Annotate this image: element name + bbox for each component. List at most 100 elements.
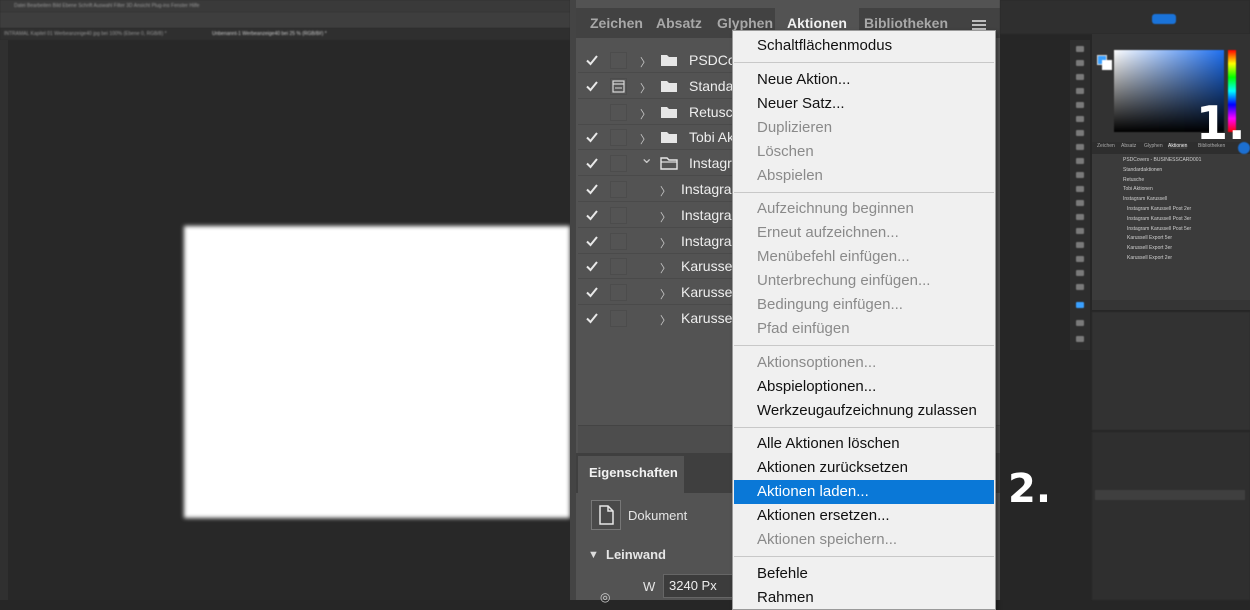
layers-panel-mini — [1092, 432, 1250, 600]
chevron-right-icon[interactable]: 〉 — [660, 312, 671, 328]
dialog-toggle-box[interactable] — [610, 310, 627, 327]
checkmark-icon[interactable] — [585, 130, 599, 144]
share-button[interactable] — [1152, 14, 1176, 24]
chevron-right-icon[interactable]: 〉 — [660, 235, 671, 251]
menu-item-rahmen[interactable]: Rahmen — [734, 586, 994, 610]
action-row[interactable]: 〉 Karussell — [578, 305, 739, 331]
checkmark-icon[interactable] — [585, 79, 599, 93]
panel-icon-column — [1070, 40, 1090, 350]
menu-item-aktionen-ersetzen[interactable]: Aktionen ersetzen... — [734, 504, 994, 528]
annotation-step-1: 1. — [1196, 96, 1246, 150]
action-row[interactable]: 〉 Instagram — [578, 176, 743, 202]
chevron-right-icon[interactable]: 〉 — [640, 106, 651, 122]
action-row[interactable]: ⌄ Instagra — [578, 148, 740, 177]
chevron-right-icon[interactable]: 〉 — [660, 183, 671, 199]
chevron-down-icon[interactable]: ⌄ — [640, 148, 653, 168]
checkmark-icon[interactable] — [585, 182, 599, 196]
action-row[interactable]: 〉 Standar — [578, 73, 738, 99]
dialog-toggle-box[interactable] — [610, 155, 627, 173]
background-swatch[interactable] — [1102, 60, 1112, 70]
menu-separator — [734, 62, 994, 63]
checkmark-icon[interactable] — [585, 259, 599, 273]
chevron-right-icon[interactable]: 〉 — [660, 209, 671, 225]
menu-item-werkzeugaufzeichnung-zulassen[interactable]: Werkzeugaufzeichnung zulassen — [734, 399, 994, 423]
action-row[interactable]: 〉 Instagram — [578, 202, 743, 228]
tool-strip — [0, 40, 8, 600]
mini-action-row[interactable]: PSDCovers - BUSINESSCARD001 — [1093, 157, 1201, 163]
checkmark-icon[interactable] — [585, 285, 599, 299]
menu-item-neuer-satz[interactable]: Neuer Satz... — [734, 92, 994, 116]
right-topbar — [1000, 0, 1250, 34]
action-row[interactable]: 〉 Retusch — [578, 99, 740, 125]
link-icon[interactable]: ◎ — [600, 590, 610, 604]
mini-action-row[interactable]: Karussell Export 3er — [1093, 245, 1172, 251]
mini-action-row[interactable]: Standardaktionen — [1093, 167, 1162, 173]
canvas-document[interactable] — [184, 226, 570, 518]
menu-item-aktionen-laden[interactable]: Aktionen laden... — [734, 480, 994, 504]
folder-icon — [660, 106, 678, 119]
document-icon — [591, 500, 621, 530]
dialog-toggle-box[interactable] — [610, 232, 627, 250]
mini-tab-absatz[interactable]: Absatz — [1121, 143, 1136, 149]
mini-tab-aktionen[interactable]: Aktionen — [1168, 143, 1188, 149]
menu-item-alle-aktionen-loeschen[interactable]: Alle Aktionen löschen — [734, 432, 994, 456]
action-label: Karussell — [681, 284, 739, 301]
chevron-right-icon[interactable]: 〉 — [660, 260, 671, 276]
action-row[interactable]: 〉 Karussell — [578, 253, 739, 280]
mini-tab-zeichen[interactable]: Zeichen — [1097, 143, 1115, 149]
section-leinwand[interactable]: Leinwand — [606, 547, 666, 562]
dialog-toggle-box[interactable] — [610, 206, 627, 224]
action-row[interactable]: 〉 Karussell — [578, 279, 739, 306]
checkmark-icon[interactable] — [585, 156, 599, 170]
chevron-down-icon[interactable]: ▼ — [588, 549, 599, 561]
dialog-toggle-box[interactable] — [610, 181, 627, 198]
checkmark-icon[interactable] — [585, 234, 599, 248]
mini-tab-glyphen[interactable]: Glyphen — [1144, 143, 1163, 149]
tab-absatz[interactable]: Absatz — [644, 8, 714, 38]
menu-item-abspieloptionen[interactable]: Abspieloptionen... — [734, 375, 994, 399]
dialog-toggle-box[interactable] — [610, 52, 627, 69]
dialog-toggle-box[interactable] — [610, 103, 627, 121]
chevron-right-icon[interactable]: 〉 — [660, 286, 671, 302]
menu-separator — [734, 345, 994, 346]
menu-item-aktionen-zuruecksetzen[interactable]: Aktionen zurücksetzen — [734, 456, 994, 480]
menu-item-befehle[interactable]: Befehle — [734, 562, 994, 586]
doc-tab-1[interactable]: INTRAMAL Kapitel 01 Werbeanzeige40 jpg b… — [4, 31, 167, 37]
mini-action-row[interactable]: Instagram Karussell — [1093, 196, 1167, 202]
checkmark-icon[interactable] — [585, 208, 599, 222]
menu-item-schaltflaechenmodus[interactable]: Schaltflächenmodus — [734, 34, 994, 58]
chevron-right-icon[interactable]: 〉 — [640, 80, 651, 96]
mini-action-row[interactable]: Instagram Karussell Post 3er — [1093, 216, 1191, 222]
checkmark-empty-icon[interactable] — [585, 105, 599, 119]
mini-action-row[interactable]: Tobi Aktionen — [1093, 186, 1153, 192]
folder-open-icon — [660, 157, 678, 170]
action-row[interactable]: 〉 Tobi Ak — [578, 124, 738, 151]
menubar-text[interactable]: Datei Bearbeiten Bild Ebene Schrift Ausw… — [14, 3, 199, 9]
mini-actions-footer — [1092, 300, 1250, 310]
mini-action-row[interactable]: Instagram Karussell Post 2er — [1093, 206, 1191, 212]
checkmark-icon[interactable] — [585, 311, 599, 325]
action-row[interactable]: 〉 Instagram — [578, 228, 743, 254]
app-menubar[interactable]: Datei Bearbeiten Bild Ebene Schrift Ausw… — [0, 0, 570, 12]
mini-action-row[interactable]: Retusche — [1093, 177, 1144, 183]
dialog-toggle-box[interactable] — [610, 129, 627, 147]
chevron-right-icon[interactable]: 〉 — [640, 54, 651, 70]
dialog-toggle-box[interactable] — [610, 258, 627, 276]
doc-tab-2[interactable]: Unbenannt-1 Werbeanzeige40 bei 25 % (RGB… — [212, 31, 327, 37]
mini-action-row[interactable]: Instagram Karussell Post 5er — [1093, 226, 1191, 232]
mini-action-row[interactable]: Karussell Export 5er — [1093, 235, 1172, 241]
dialog-toggle-icon[interactable] — [610, 77, 627, 95]
action-row[interactable]: 〉 PSDCov — [578, 47, 743, 73]
action-label: Standar — [689, 77, 739, 94]
menu-item-erneut-aufzeichnen: Erneut aufzeichnen... — [757, 224, 899, 241]
dialog-toggle-box[interactable] — [610, 284, 627, 302]
width-input[interactable]: 3240 Px — [663, 574, 733, 598]
checkmark-icon[interactable] — [585, 53, 599, 67]
chevron-right-icon[interactable]: 〉 — [640, 131, 651, 147]
menu-item-neue-aktion[interactable]: Neue Aktion... — [734, 68, 994, 92]
menu-separator — [734, 556, 994, 557]
mini-action-row[interactable]: Karussell Export 2er — [1093, 255, 1172, 261]
layer-row[interactable] — [1095, 490, 1245, 500]
tab-eigenschaften[interactable]: Eigenschaften — [578, 456, 684, 493]
folder-icon — [660, 80, 678, 93]
